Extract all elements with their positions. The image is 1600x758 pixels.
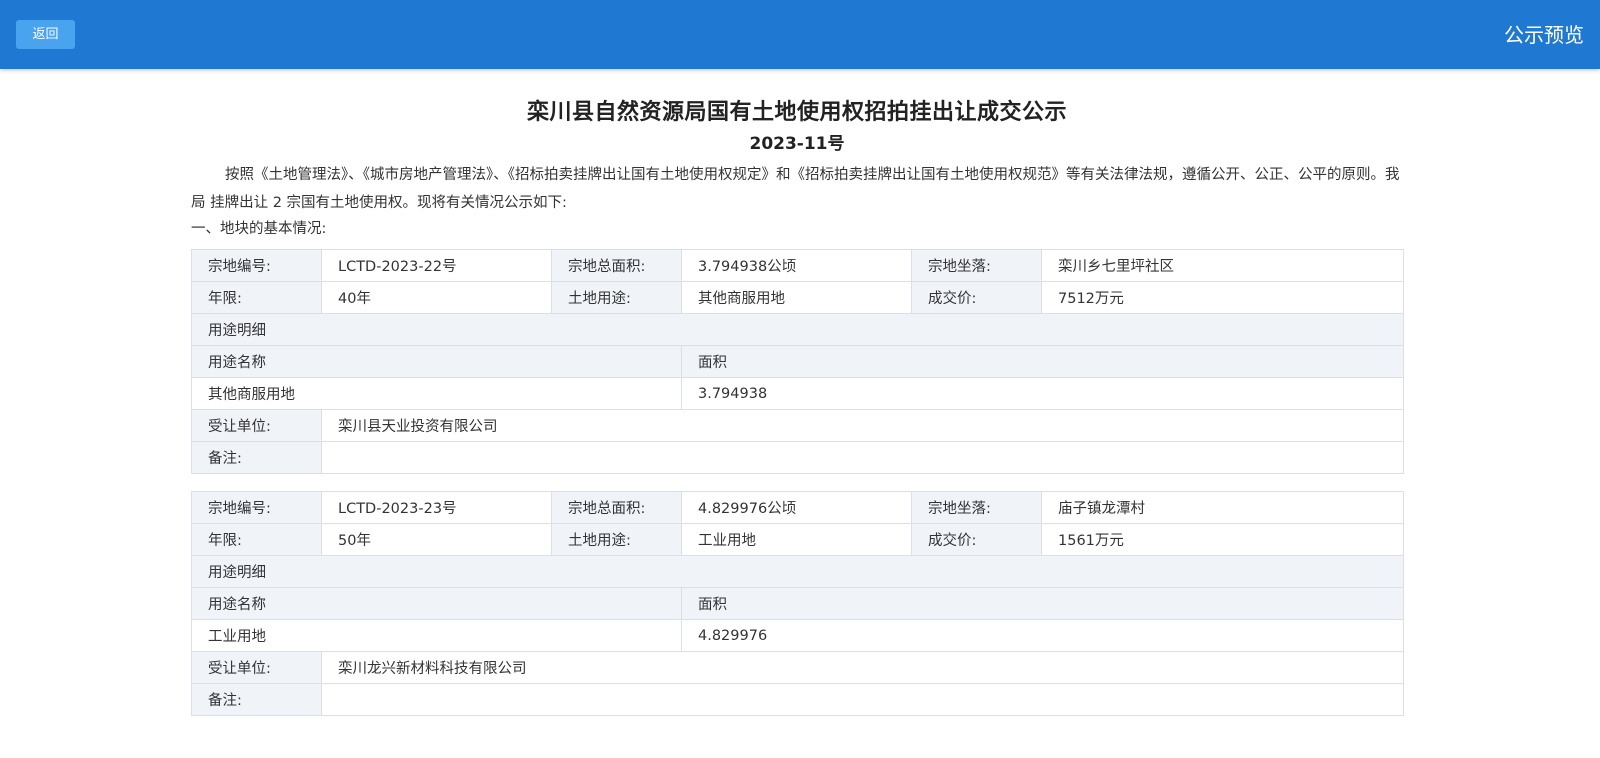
parcel-table: 宗地编号: LCTD-2023-22号 宗地总面积: 3.794938公顷 宗地… xyxy=(191,249,1404,474)
announcement-title: 栾川县自然资源局国有土地使用权招拍挂出让成交公示 xyxy=(526,100,1067,125)
land-use-label: 土地用途: xyxy=(551,523,682,556)
back-button[interactable]: 返回 xyxy=(16,20,75,49)
table-row: 年限: 50年 土地用途: 工业用地 成交价: 1561万元 xyxy=(191,523,1404,556)
table-row: 用途明细 xyxy=(191,313,1404,346)
remark-value xyxy=(321,683,1404,716)
table-row: 用途明细 xyxy=(191,555,1404,588)
remark-label: 备注: xyxy=(191,441,322,474)
location-label: 宗地坐落: xyxy=(911,491,1042,524)
use-detail-header: 用途明细 xyxy=(191,555,1404,588)
term-value: 50年 xyxy=(321,523,552,556)
price-value: 7512万元 xyxy=(1041,281,1404,314)
top-bar: 返回 公示预览 xyxy=(0,0,1600,69)
table-row: 备注: xyxy=(191,441,1404,474)
table-row: 用途名称 面积 xyxy=(191,345,1404,378)
table-row: 工业用地 4.829976 xyxy=(191,619,1404,652)
total-area-label: 宗地总面积: xyxy=(551,491,682,524)
use-area-header: 面积 xyxy=(681,345,1404,378)
grantee-label: 受让单位: xyxy=(191,651,322,684)
grantee-value: 栾川龙兴新材料科技有限公司 xyxy=(321,651,1404,684)
announcement-number: 2023-11号 xyxy=(749,134,845,154)
table-row: 宗地编号: LCTD-2023-23号 宗地总面积: 4.829976公顷 宗地… xyxy=(191,491,1404,524)
use-area-value: 4.829976 xyxy=(681,619,1404,652)
land-use-value: 工业用地 xyxy=(681,523,912,556)
parcel-table: 宗地编号: LCTD-2023-23号 宗地总面积: 4.829976公顷 宗地… xyxy=(191,491,1404,716)
remark-label: 备注: xyxy=(191,683,322,716)
use-detail-header: 用途明细 xyxy=(191,313,1404,346)
use-name-value: 工业用地 xyxy=(191,619,682,652)
grantee-value: 栾川县天业投资有限公司 xyxy=(321,409,1404,442)
table-row: 受让单位: 栾川龙兴新材料科技有限公司 xyxy=(191,651,1404,684)
price-value: 1561万元 xyxy=(1041,523,1404,556)
use-area-value: 3.794938 xyxy=(681,377,1404,410)
table-row: 宗地编号: LCTD-2023-22号 宗地总面积: 3.794938公顷 宗地… xyxy=(191,249,1404,282)
total-area-value: 4.829976公顷 xyxy=(681,491,912,524)
parcel-no-label: 宗地编号: xyxy=(191,249,322,282)
parcel-no-value: LCTD-2023-22号 xyxy=(321,249,552,282)
parcel-no-value: LCTD-2023-23号 xyxy=(321,491,552,524)
use-name-header: 用途名称 xyxy=(191,587,682,620)
term-label: 年限: xyxy=(191,523,322,556)
land-use-value: 其他商服用地 xyxy=(681,281,912,314)
table-row: 备注: xyxy=(191,683,1404,716)
table-row: 受让单位: 栾川县天业投资有限公司 xyxy=(191,409,1404,442)
location-label: 宗地坐落: xyxy=(911,249,1042,282)
total-area-value: 3.794938公顷 xyxy=(681,249,912,282)
use-name-value: 其他商服用地 xyxy=(191,377,682,410)
section-heading: 一、地块的基本情况: xyxy=(191,221,327,237)
remark-value xyxy=(321,441,1404,474)
announcement-intro: 按照《土地管理法》、《城市房地产管理法》、《招标拍卖挂牌出让国有土地使用权规定》… xyxy=(191,167,1400,211)
land-use-label: 土地用途: xyxy=(551,281,682,314)
parcel-no-label: 宗地编号: xyxy=(191,491,322,524)
table-row: 用途名称 面积 xyxy=(191,587,1404,620)
page-title: 公示预览 xyxy=(1504,23,1584,47)
announcement-content: 栾川县自然资源局国有土地使用权招拍挂出让成交公示 2023-11号 按照《土地管… xyxy=(191,69,1404,716)
location-value: 栾川乡七里坪社区 xyxy=(1041,249,1404,282)
grantee-label: 受让单位: xyxy=(191,409,322,442)
use-name-header: 用途名称 xyxy=(191,345,682,378)
price-label: 成交价: xyxy=(911,281,1042,314)
term-value: 40年 xyxy=(321,281,552,314)
table-row: 年限: 40年 土地用途: 其他商服用地 成交价: 7512万元 xyxy=(191,281,1404,314)
table-row: 其他商服用地 3.794938 xyxy=(191,377,1404,410)
term-label: 年限: xyxy=(191,281,322,314)
use-area-header: 面积 xyxy=(681,587,1404,620)
price-label: 成交价: xyxy=(911,523,1042,556)
total-area-label: 宗地总面积: xyxy=(551,249,682,282)
location-value: 庙子镇龙潭村 xyxy=(1041,491,1404,524)
